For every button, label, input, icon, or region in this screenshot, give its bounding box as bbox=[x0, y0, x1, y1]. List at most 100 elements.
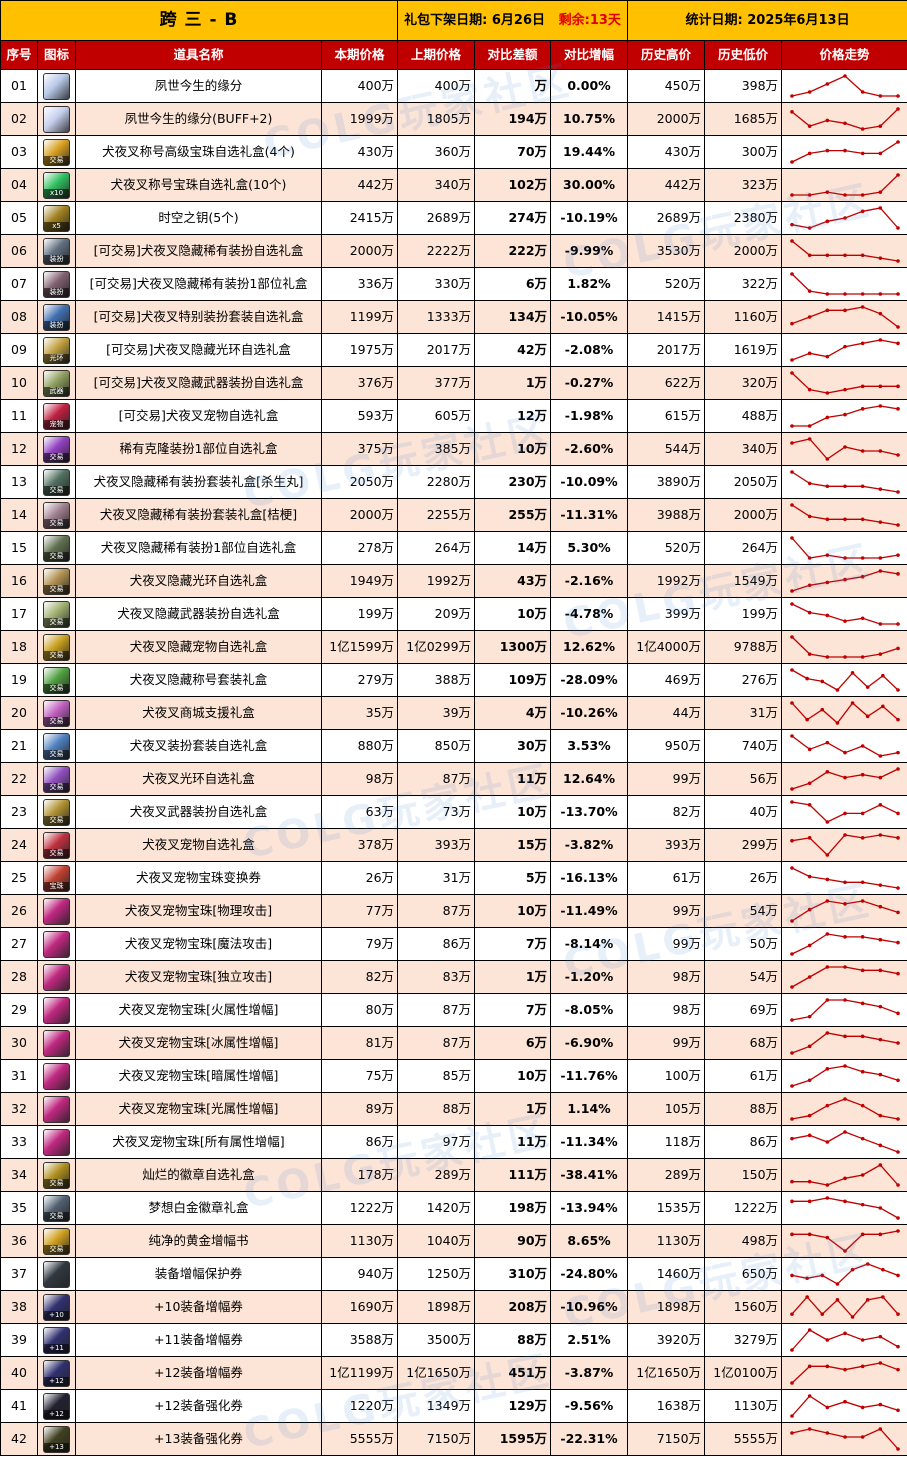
trend-point bbox=[790, 635, 794, 639]
previous-price: 1420万 bbox=[398, 1192, 475, 1225]
table-row: 26犬夜叉宠物宝珠[物理攻击]77万87万10万-11.49%99万54万 bbox=[1, 895, 907, 928]
icon-tag: 交易 bbox=[44, 651, 69, 660]
icon-tag: 宠物 bbox=[44, 420, 69, 429]
history-low: 9788万 bbox=[705, 631, 782, 664]
trend-point bbox=[878, 1073, 882, 1077]
trend-point bbox=[843, 1368, 847, 1372]
table-row: 21交易犬夜叉装扮套装自选礼盒880万850万30万3.53%950万740万 bbox=[1, 730, 907, 763]
trend-point bbox=[807, 289, 811, 293]
trend-point bbox=[790, 866, 794, 870]
row-number: 40 bbox=[1, 1357, 38, 1390]
trend-point bbox=[807, 1233, 811, 1237]
item-icon-cell: 交易 bbox=[38, 136, 76, 169]
row-number: 26 bbox=[1, 895, 38, 928]
row-number: 41 bbox=[1, 1390, 38, 1423]
icon-tag: 交易 bbox=[44, 750, 69, 759]
aura-box-icon: 交易 bbox=[43, 568, 70, 595]
row-number: 03 bbox=[1, 136, 38, 169]
trend-point bbox=[843, 1177, 847, 1181]
trend-point bbox=[896, 718, 900, 722]
current-price: 2050万 bbox=[322, 466, 398, 499]
trend-point bbox=[843, 1435, 847, 1439]
change-pct: -0.27% bbox=[551, 367, 628, 400]
price-diff: 129万 bbox=[475, 1390, 551, 1423]
trend-line bbox=[792, 1297, 898, 1317]
change-pct: -9.56% bbox=[551, 1390, 628, 1423]
trend-point bbox=[807, 1328, 811, 1332]
price-trend-cell bbox=[782, 202, 907, 235]
col-name: 道具名称 bbox=[76, 41, 322, 70]
current-price: 178万 bbox=[322, 1159, 398, 1192]
table-row: 16交易犬夜叉隐藏光环自选礼盒1949万1992万43万-2.16%1992万1… bbox=[1, 565, 907, 598]
trend-point bbox=[896, 1117, 900, 1121]
price-diff: 102万 bbox=[475, 169, 551, 202]
trend-point bbox=[843, 776, 847, 780]
trend-point bbox=[843, 935, 847, 939]
trend-point bbox=[843, 1200, 847, 1204]
price-diff: 万 bbox=[475, 70, 551, 103]
trend-point bbox=[843, 149, 847, 153]
trend-point bbox=[843, 1332, 847, 1336]
icon-tag: 交易 bbox=[44, 1212, 69, 1221]
price-diff: 5万 bbox=[475, 862, 551, 895]
trend-point bbox=[878, 754, 882, 758]
price-trend-cell bbox=[782, 862, 907, 895]
trend-point bbox=[896, 1216, 900, 1220]
trend-point bbox=[896, 572, 900, 576]
trend-point bbox=[860, 575, 864, 579]
icon-tag: 交易 bbox=[44, 585, 69, 594]
trend-point bbox=[843, 998, 847, 1002]
table-row: 34交易灿烂的徽章自选礼盒178万289万111万-38.41%289万150万 bbox=[1, 1159, 907, 1192]
trend-point bbox=[807, 944, 811, 948]
trend-point bbox=[878, 938, 882, 942]
trend-point bbox=[896, 140, 900, 144]
trend-point bbox=[896, 407, 900, 411]
price-diff: 43万 bbox=[475, 565, 551, 598]
trend-point bbox=[835, 688, 839, 692]
trend-point bbox=[790, 1051, 794, 1055]
pet-box-icon: 交易 bbox=[43, 634, 70, 661]
price-trend-cell bbox=[782, 730, 907, 763]
amplify-ticket-10-icon: +10 bbox=[43, 1294, 70, 1321]
pet-gem-icon bbox=[43, 964, 70, 991]
price-trend-cell bbox=[782, 136, 907, 169]
price-diff: 70万 bbox=[475, 136, 551, 169]
item-icon-cell: 交易 bbox=[38, 598, 76, 631]
row-number: 09 bbox=[1, 334, 38, 367]
item-icon-cell: x10 bbox=[38, 169, 76, 202]
trend-sparkline bbox=[789, 403, 901, 429]
trend-point bbox=[896, 1274, 900, 1278]
history-low: 2000万 bbox=[705, 499, 782, 532]
stat-label: 统计日期: bbox=[686, 13, 743, 28]
trend-point bbox=[860, 1203, 864, 1207]
trend-sparkline bbox=[789, 799, 901, 825]
history-high: 520万 bbox=[628, 268, 705, 301]
trend-point bbox=[860, 90, 864, 94]
trend-sparkline bbox=[789, 1393, 901, 1419]
change-pct: -38.41% bbox=[551, 1159, 628, 1192]
item-icon-cell: +10 bbox=[38, 1291, 76, 1324]
trend-point bbox=[790, 503, 794, 507]
trend-point bbox=[825, 484, 829, 488]
history-low: 650万 bbox=[705, 1258, 782, 1291]
row-number: 18 bbox=[1, 631, 38, 664]
trend-point bbox=[865, 1298, 869, 1302]
change-pct: -11.31% bbox=[551, 499, 628, 532]
price-diff: 10万 bbox=[475, 796, 551, 829]
icon-tag: 交易 bbox=[44, 156, 69, 165]
change-pct: -2.16% bbox=[551, 565, 628, 598]
item-icon-cell: 交易 bbox=[38, 466, 76, 499]
item-name: 犬夜叉宠物宝珠[冰属性增幅] bbox=[76, 1027, 322, 1060]
history-low: 86万 bbox=[705, 1126, 782, 1159]
table-row: 10武器[可交易]犬夜叉隐藏武器装扮自选礼盒376万377万1万-0.27%62… bbox=[1, 367, 907, 400]
trend-point bbox=[790, 1180, 794, 1184]
item-name: 犬夜叉宠物宝珠[光属性增幅] bbox=[76, 1093, 322, 1126]
current-price: 593万 bbox=[322, 400, 398, 433]
previous-price: 85万 bbox=[398, 1060, 475, 1093]
current-price: 400万 bbox=[322, 70, 398, 103]
trend-point bbox=[790, 1233, 794, 1237]
history-low: 56万 bbox=[705, 763, 782, 796]
table-row: 09光环[可交易]犬夜叉隐藏光环自选礼盒1975万2017万42万-2.08%2… bbox=[1, 334, 907, 367]
item-name: [可交易]犬夜叉隐藏光环自选礼盒 bbox=[76, 334, 322, 367]
price-diff: 1万 bbox=[475, 1093, 551, 1126]
